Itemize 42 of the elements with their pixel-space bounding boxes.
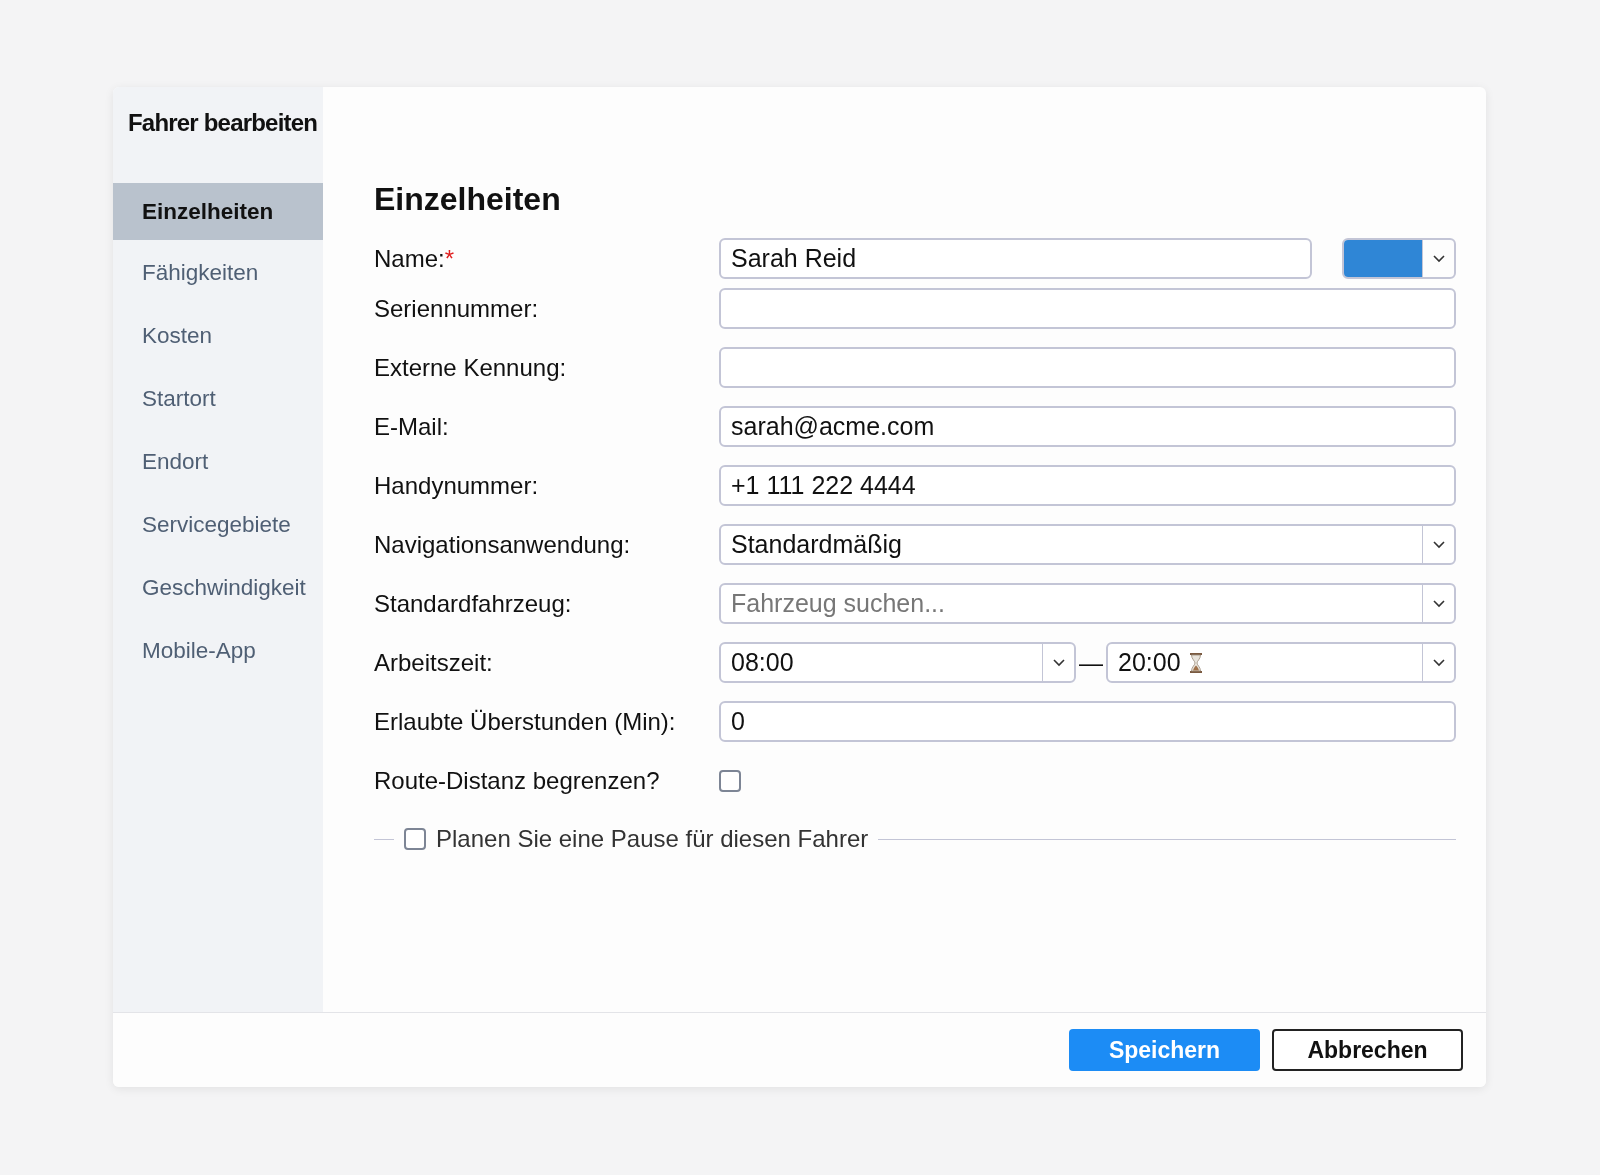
checkbox[interactable]: [404, 828, 426, 850]
sidebar-item[interactable]: Startort: [113, 370, 323, 433]
field-label: Arbeitszeit:: [374, 648, 494, 677]
color-picker[interactable]: [1342, 238, 1456, 279]
text-field[interactable]: [719, 288, 1456, 329]
checkbox-label: Planen Sie eine Pause für diesen Fahrer: [436, 825, 869, 853]
field-label: Navigationsanwendung:: [374, 530, 632, 559]
sidebar-item[interactable]: Fähigkeiten: [113, 244, 323, 307]
section-title: Einzelheiten: [374, 181, 562, 218]
time-select[interactable]: 20:00: [1106, 642, 1456, 683]
caret-icon: [1052, 658, 1065, 667]
text-field[interactable]: Sarah Reid: [719, 238, 1312, 279]
sidebar-item[interactable]: Mobile-App: [113, 622, 323, 685]
cancel-button[interactable]: Abbrechen: [1272, 1029, 1463, 1071]
field-label: Standardfahrzeug:: [374, 589, 573, 618]
checkbox[interactable]: [719, 769, 741, 792]
field-label: Handynummer:: [374, 471, 540, 500]
sidebar-item[interactable]: Kosten: [113, 307, 323, 370]
range-separator: —: [1079, 648, 1103, 677]
caret-icon: [1432, 540, 1445, 549]
field-label: Name:*: [374, 244, 456, 273]
select-field[interactable]: Standardmäßig: [719, 524, 1456, 565]
sidebar-item[interactable]: Geschwindigkeit: [113, 559, 323, 622]
text-field[interactable]: [719, 347, 1456, 388]
caret-icon: [1432, 254, 1445, 263]
sidebar-item[interactable]: Einzelheiten: [113, 183, 323, 240]
select-field[interactable]: Fahrzeug suchen...: [719, 583, 1456, 624]
text-field[interactable]: sarah@acme.com: [719, 406, 1456, 447]
field-label: Route-Distanz begrenzen?: [374, 766, 661, 795]
sidebar-item[interactable]: Endort: [113, 433, 323, 496]
caret-icon: [1432, 599, 1445, 608]
hourglass-icon: [1188, 651, 1203, 674]
text-field[interactable]: 0: [719, 701, 1456, 742]
dialog-title: Fahrer bearbeiten: [127, 108, 319, 138]
text-field[interactable]: +1 111 222 4444: [719, 465, 1456, 506]
field-label: Erlaubte Überstunden (Min):: [374, 707, 677, 736]
field-label: E-Mail:: [374, 412, 450, 441]
time-select[interactable]: 08:00: [719, 642, 1076, 683]
caret-icon: [1432, 658, 1445, 667]
sidebar-item[interactable]: Servicegebiete: [113, 496, 323, 559]
field-label: Externe Kennung:: [374, 353, 568, 382]
field-label: Seriennummer:: [374, 294, 540, 323]
